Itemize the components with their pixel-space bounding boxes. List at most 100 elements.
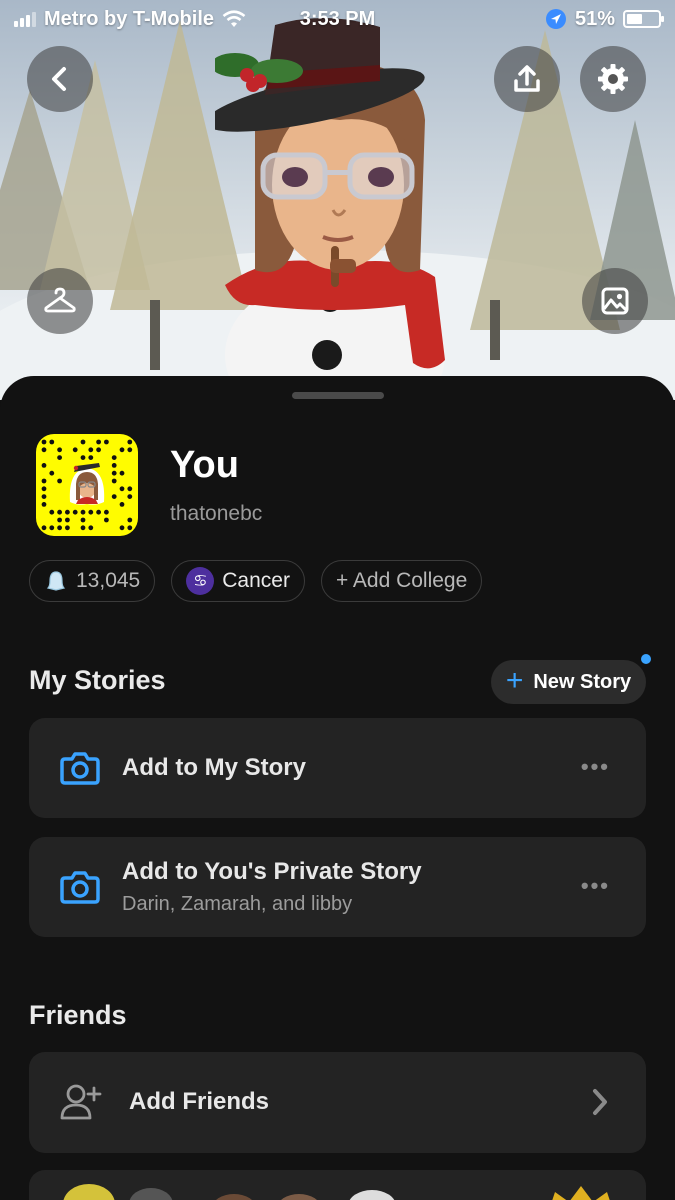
location-arrow-icon: [545, 9, 566, 29]
snapcode-dot: [104, 439, 109, 445]
snapcode-dot: [49, 439, 55, 445]
snapcode-dot: [65, 517, 70, 523]
snapcode-dot: [127, 494, 133, 499]
snapcode-dot: [57, 517, 62, 523]
my-stories-heading: My Stories: [29, 665, 166, 695]
display-name: You: [170, 444, 239, 486]
status-bar-left: Metro by T-Mobile: [14, 8, 246, 31]
snapcode-dot: [111, 494, 117, 499]
snapcode-dot: [72, 509, 78, 515]
snapcode-dot: [119, 502, 125, 507]
snapcode-dot: [57, 525, 62, 531]
snapcode-dot: [96, 509, 101, 515]
status-bar-right: 51%: [545, 7, 664, 31]
tree-trunk: [490, 300, 500, 360]
snapcode-dot: [127, 439, 133, 445]
add-to-my-story-card[interactable]: Add to My Story •••: [29, 718, 646, 818]
add-friends-card[interactable]: Add Friends: [29, 1052, 646, 1153]
snapcode-dot: [57, 447, 62, 453]
add-friends-label: Add Friends: [129, 1088, 270, 1115]
snapcode-dot: [80, 517, 86, 523]
snapcode-dot: [127, 517, 133, 523]
hanger-icon: [44, 287, 76, 313]
wifi-icon: [222, 10, 246, 27]
snapcode-dot: [104, 517, 109, 523]
snapcode-dot: [119, 486, 125, 492]
snap-score-value: 13,045: [76, 569, 141, 592]
snapcode-dot: [119, 470, 125, 476]
snapcode-dot: [65, 525, 70, 531]
story-item-members: Darin, Zamarah, and libby: [122, 893, 353, 915]
snapcode-dot: [111, 470, 117, 476]
add-college-chip[interactable]: + Add College: [320, 560, 483, 602]
wardrobe-button[interactable]: [27, 268, 93, 334]
share-upload-icon: [514, 65, 540, 92]
snapcode-dot: [111, 455, 117, 460]
story-options-button[interactable]: •••: [581, 754, 610, 780]
chevron-left-icon: [52, 67, 66, 91]
cancer-zodiac-icon: ♋: [186, 567, 215, 595]
camera-icon: [60, 871, 100, 904]
snapcode[interactable]: [36, 434, 138, 536]
snap-score-chip[interactable]: 13,045: [29, 560, 156, 602]
snapcode-dot: [88, 525, 94, 531]
snapcode-dot: [49, 509, 55, 515]
story-item-title: Add to You's Private Story: [122, 858, 422, 885]
gear-icon: [598, 64, 628, 94]
snapcode-dot: [80, 525, 86, 531]
share-button[interactable]: [494, 46, 560, 112]
camera-icon: [60, 752, 100, 785]
new-story-button[interactable]: + New Story: [491, 660, 646, 704]
profile-header-scene: [0, 0, 675, 400]
carrier-name: Metro by T-Mobile: [44, 7, 214, 30]
back-button[interactable]: [27, 46, 93, 112]
snap-score-ghost-icon: [46, 571, 66, 591]
snapcode-dot: [41, 486, 47, 492]
snapcode-dot: [57, 478, 62, 484]
sheet-grabber[interactable]: [292, 392, 384, 399]
snapcode-dot: [96, 447, 101, 453]
plus-icon: +: [505, 663, 524, 697]
change-background-button[interactable]: [582, 268, 648, 334]
snapcode-dot: [119, 447, 125, 453]
snapcode-dot: [41, 478, 47, 484]
friends-bitmoji-strip[interactable]: [29, 1170, 646, 1200]
snapcode-dot: [41, 439, 47, 445]
zodiac-label: Cancer: [222, 569, 290, 592]
battery-icon: [623, 10, 664, 28]
snapcode-pattern: [41, 439, 133, 531]
snapcode-dot: [111, 463, 117, 468]
status-bar: Metro by T-Mobile 3:53 PM 51%: [0, 0, 675, 38]
friends-heading: Friends: [29, 1000, 127, 1030]
chevron-right-icon: [593, 1089, 607, 1115]
snapcode-dot: [127, 525, 133, 531]
snapcode-dot: [41, 463, 47, 468]
snapcode-dot: [88, 447, 94, 453]
snapcode-dot: [104, 509, 109, 515]
snapcode-dot: [41, 525, 47, 531]
bitmoji-avatar[interactable]: [215, 15, 465, 400]
username[interactable]: thatonebc: [170, 502, 262, 526]
settings-button[interactable]: [580, 46, 646, 112]
snapcode-dot: [80, 509, 86, 515]
profile-sheet: You thatonebc 13,045 ♋ Cancer + Add Coll…: [0, 376, 675, 1200]
add-friend-icon: [60, 1084, 102, 1120]
snapcode-dot: [96, 439, 101, 445]
snapcode-dot: [111, 478, 117, 484]
add-to-private-story-card[interactable]: Add to You's Private Story Darin, Zamara…: [29, 837, 646, 937]
story-item-title: Add to My Story: [122, 754, 306, 781]
add-college-label: + Add College: [335, 569, 468, 592]
snapcode-dot: [41, 502, 47, 507]
snapcode-dot: [49, 525, 55, 531]
battery-percent: 51%: [574, 7, 615, 30]
snapcode-dot: [57, 455, 62, 460]
image-icon: [601, 287, 629, 315]
zodiac-chip[interactable]: ♋ Cancer: [171, 560, 305, 602]
cellular-signal-icon: [14, 11, 36, 27]
snapcode-dot: [88, 509, 94, 515]
story-options-button[interactable]: •••: [581, 873, 610, 899]
new-story-label: New Story: [533, 670, 632, 693]
snapcode-dot: [65, 509, 70, 515]
snapcode-dot: [41, 447, 47, 453]
snapcode-dot: [49, 470, 55, 476]
